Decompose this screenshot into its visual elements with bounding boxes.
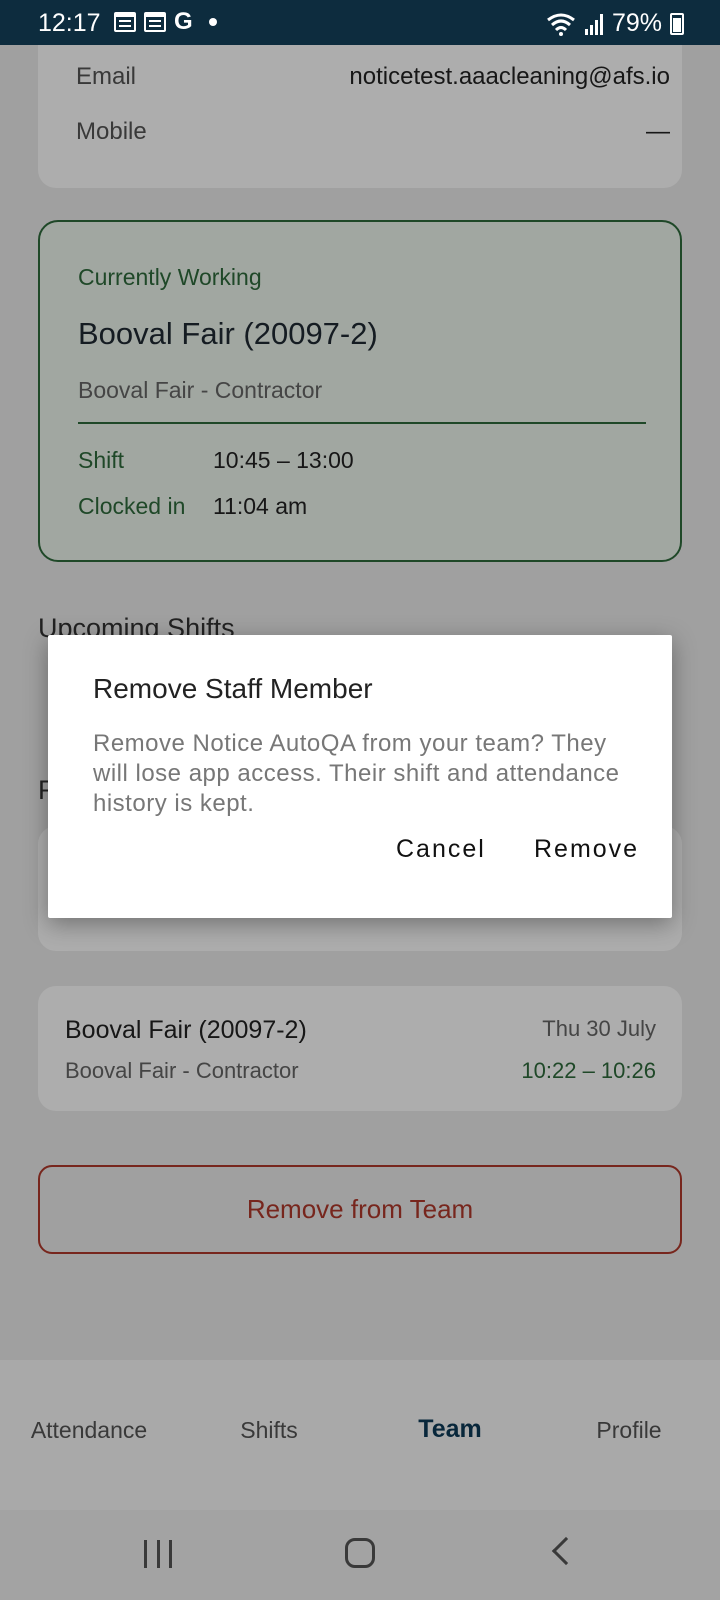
wifi-icon (547, 13, 575, 36)
google-icon: G (174, 8, 193, 35)
dialog-title: Remove Staff Member (93, 673, 373, 704)
dot-icon (208, 18, 217, 26)
calendar-icon (114, 12, 136, 32)
confirm-remove-button[interactable]: Remove (534, 835, 639, 864)
battery-text: 79% (611, 9, 662, 37)
signal-icon (584, 13, 603, 35)
status-time: 12:17 (38, 9, 101, 37)
battery-icon (670, 12, 684, 35)
remove-staff-dialog: Remove Staff Member Remove Notice AutoQA… (48, 635, 672, 918)
status-bar: 12:17 G 79% (0, 0, 720, 45)
cancel-button[interactable]: Cancel (396, 835, 486, 864)
system-icons: 79% (546, 9, 684, 38)
dialog-message: Remove Notice AutoQA from your team? The… (93, 730, 620, 817)
notification-icons: G (114, 8, 217, 35)
calendar-icon (144, 12, 166, 32)
